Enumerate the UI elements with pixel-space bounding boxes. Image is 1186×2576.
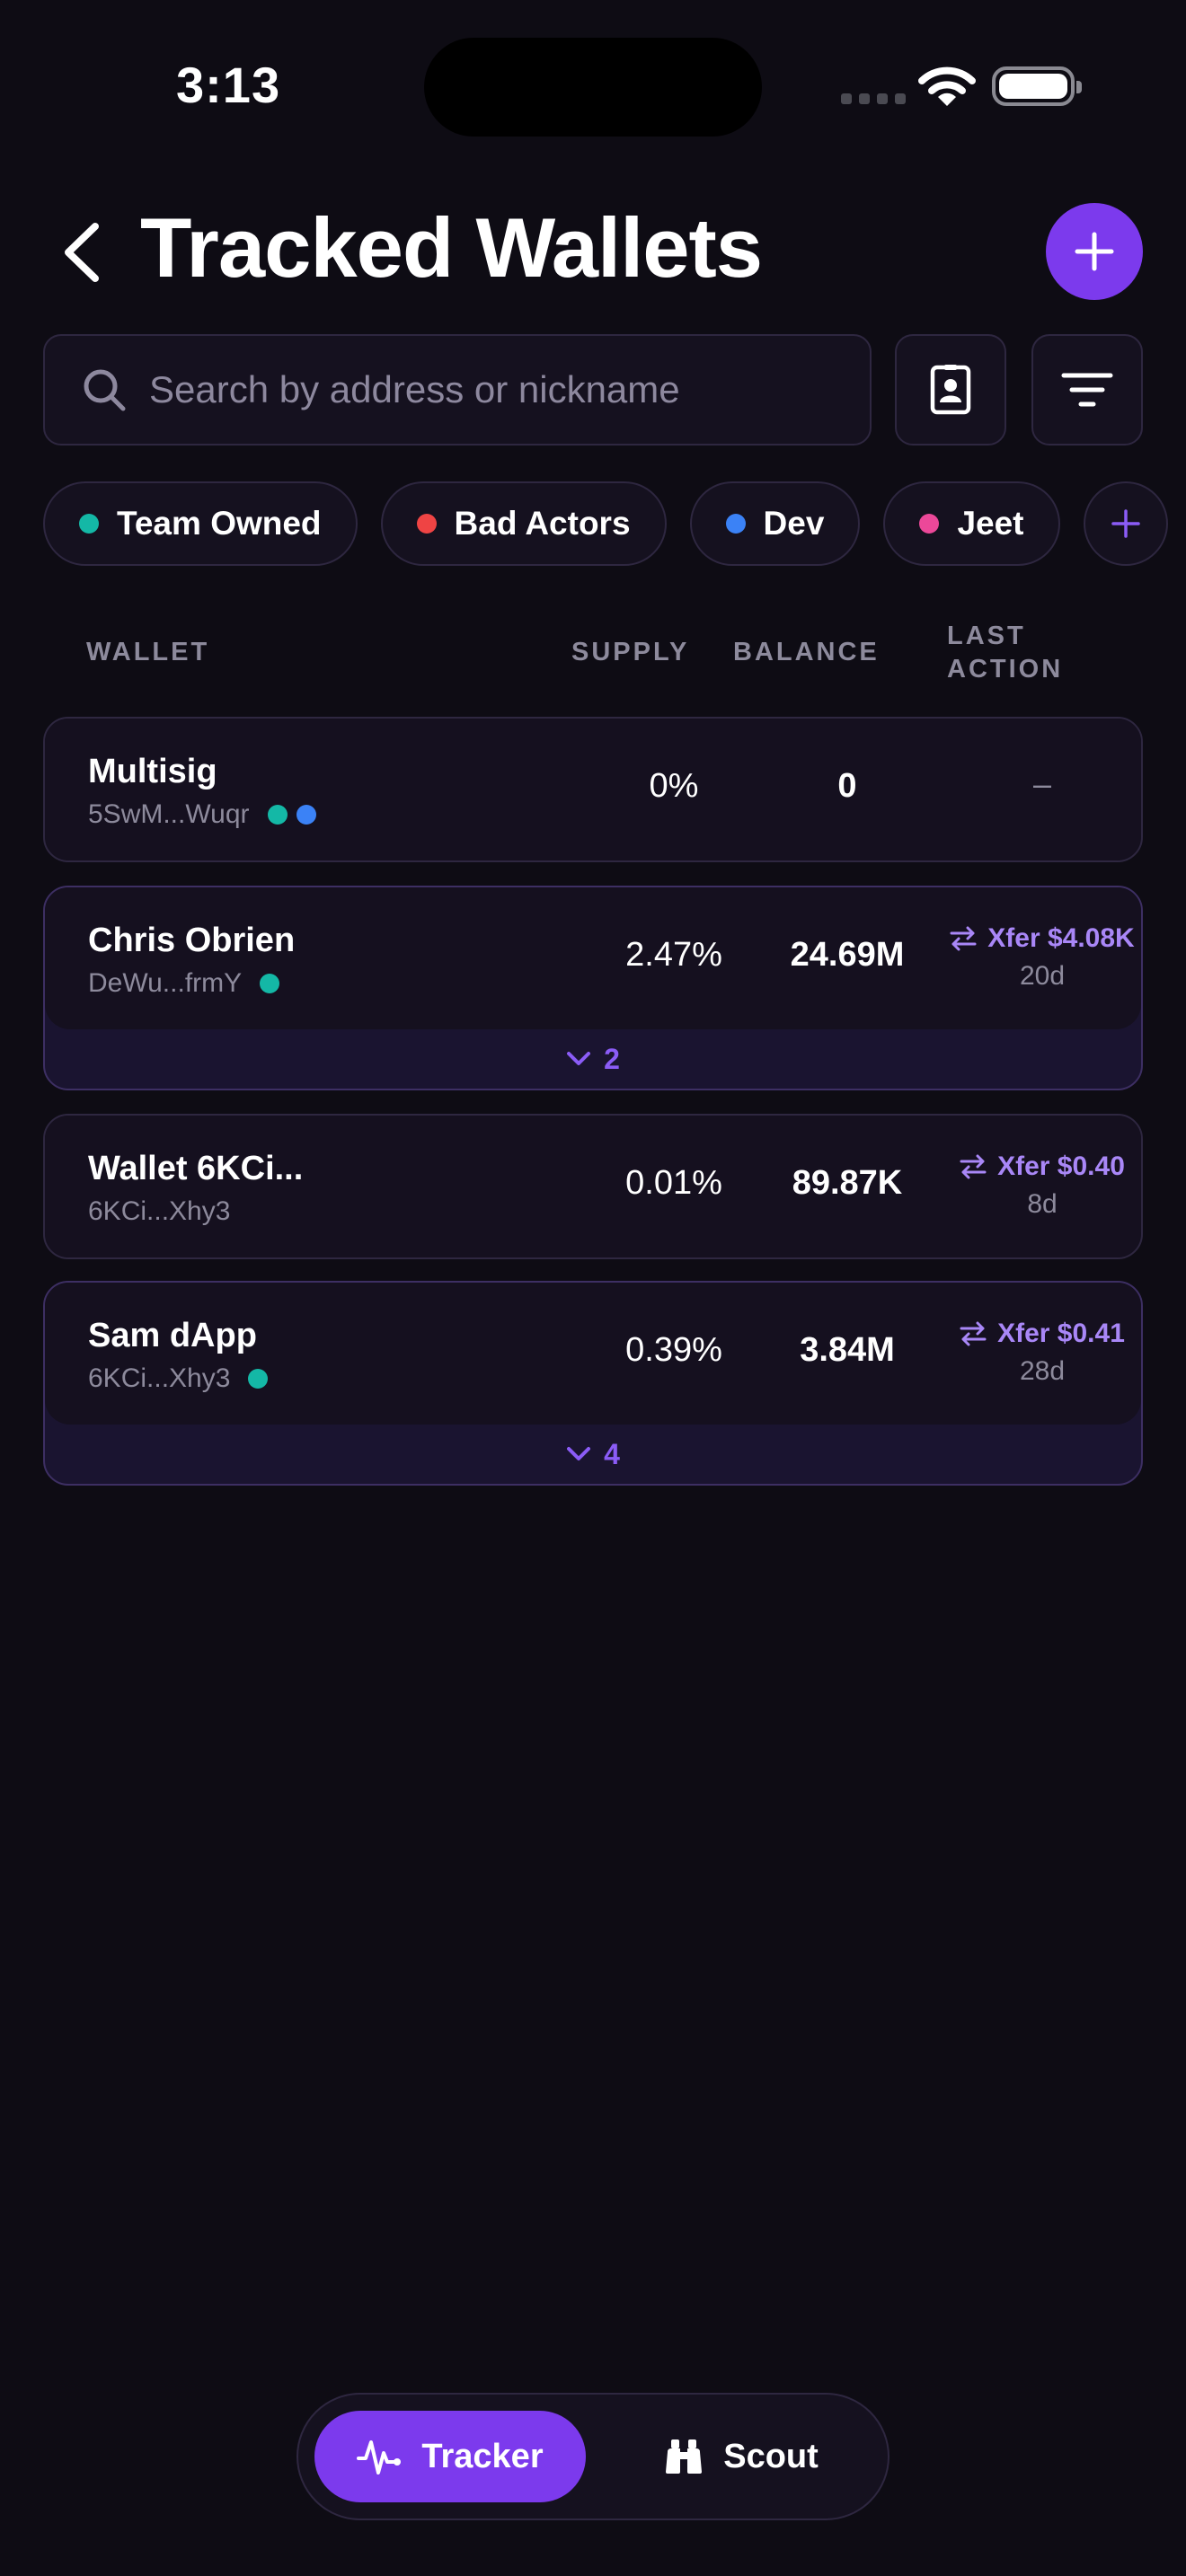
last-action-label: Xfer $4.08K [987,923,1135,953]
wallet-supply: 0.39% [625,1331,722,1369]
tag-filter-row: Team Owned Bad Actors Dev Jeet [43,481,1168,566]
wallet-name: Wallet 6KCi... [88,1150,304,1187]
wallet-last-action: Xfer $4.08K 20d [907,923,1141,992]
cellular-signal-icon [841,93,906,104]
expand-linked-wallets-button[interactable]: 2 [45,1029,1141,1089]
activity-pulse-icon [357,2440,402,2475]
chevron-down-icon [567,1052,591,1065]
tag-dot [919,514,940,534]
wallet-address: 5SwM...Wuqr [88,799,250,829]
wallet-supply: 0.01% [625,1164,722,1202]
dynamic-island [424,38,762,137]
plus-icon [1111,509,1140,538]
linked-wallet-count: 4 [604,1437,620,1470]
column-header-last-line2: ACTION [947,655,1064,684]
tag-dot [79,514,99,534]
wallet-address-line: 5SwM...Wuqr [88,799,316,830]
tag-dot [725,514,746,534]
filter-icon [1061,373,1113,407]
chip-jeet[interactable]: Jeet [883,481,1060,566]
back-button[interactable] [56,221,110,284]
tab-tracker[interactable]: Tracker [314,2411,586,2502]
binoculars-icon [666,2439,703,2474]
wallet-last-action: Xfer $0.41 28d [907,1319,1141,1387]
last-action-label: Xfer $0.40 [997,1151,1125,1181]
add-tag-button[interactable] [1083,481,1168,566]
status-time: 3:13 [176,57,281,113]
linked-wallet-count: 2 [604,1042,620,1075]
contact-card-icon [930,365,971,415]
wallet-supply: 0% [649,767,699,805]
chip-bad-actors[interactable]: Bad Actors [380,481,667,566]
column-header-supply: SUPPLY [571,638,690,666]
contacts-button[interactable] [895,334,1006,446]
chip-team-owned[interactable]: Team Owned [43,481,358,566]
last-action-age: 8d [1027,1189,1058,1219]
column-header-last-action: LAST ACTION [947,622,1063,684]
plus-icon [1075,232,1114,271]
tab-scout[interactable]: Scout [611,2411,872,2502]
filter-button[interactable] [1031,334,1143,446]
transfer-icon [950,926,977,951]
chevron-left-icon [65,223,99,282]
column-header-wallet: WALLET [86,638,210,666]
wallet-name: Multisig [88,753,217,790]
expand-linked-wallets-button[interactable]: 4 [45,1425,1141,1484]
last-action-label: Xfer $0.41 [997,1319,1125,1348]
transfer-icon [960,1321,987,1346]
wallet-row[interactable]: Chris Obrien DeWu...frmY 2.47% 24.69M Xf… [43,886,1143,1090]
search-bar[interactable] [43,334,872,446]
chevron-down-icon [567,1447,591,1460]
chip-label: Bad Actors [454,505,631,542]
wallet-name: Sam dApp [88,1317,257,1354]
search-input[interactable] [147,367,816,412]
battery-icon [992,66,1082,106]
wallet-row[interactable]: Wallet 6KCi... 6KCi...Xhy3 0.01% 89.87K … [43,1114,1143,1259]
bottom-tab-bar: Tracker Scout [296,2393,890,2520]
wallet-supply: 2.47% [625,936,722,974]
tag-dot [296,805,316,825]
tag-dot [416,514,437,534]
wallet-name: Chris Obrien [88,922,296,959]
wallet-address: 6KCi...Xhy3 [88,1196,231,1226]
search-icon [84,369,126,411]
column-header-last-line1: LAST [947,622,1026,650]
tag-dot [248,1369,269,1389]
wallet-address-line: 6KCi...Xhy3 [88,1363,269,1394]
chip-label: Team Owned [117,505,322,542]
page-title: Tracked Wallets [140,200,763,295]
wifi-icon [918,66,976,106]
chip-label: Jeet [957,505,1024,542]
last-action-age: 20d [1019,961,1066,991]
tag-dot [267,805,288,825]
last-action-age: 28d [1019,1356,1066,1386]
wallet-address-line: 6KCi...Xhy3 [88,1196,230,1227]
wallet-last-action: – [907,754,1141,803]
transfer-icon [960,1154,987,1179]
wallet-address: DeWu...frmY [88,968,243,998]
wallet-last-action: Xfer $0.40 8d [907,1151,1141,1220]
column-header-balance: BALANCE [733,638,880,666]
wallet-row[interactable]: Sam dApp 6KCi...Xhy3 0.39% 3.84M Xfer $0… [43,1281,1143,1486]
tab-tracker-label: Tracker [421,2437,544,2475]
wallet-row[interactable]: Multisig 5SwM...Wuqr 0% 0 – [43,717,1143,862]
wallet-address: 6KCi...Xhy3 [88,1363,231,1393]
wallet-address-line: DeWu...frmY [88,968,280,999]
add-wallet-button[interactable] [1046,203,1143,300]
chip-label: Dev [763,505,825,542]
tab-scout-label: Scout [723,2437,819,2475]
tag-dot [260,974,280,993]
chip-dev[interactable]: Dev [689,481,861,566]
last-action-empty: – [1032,765,1052,802]
